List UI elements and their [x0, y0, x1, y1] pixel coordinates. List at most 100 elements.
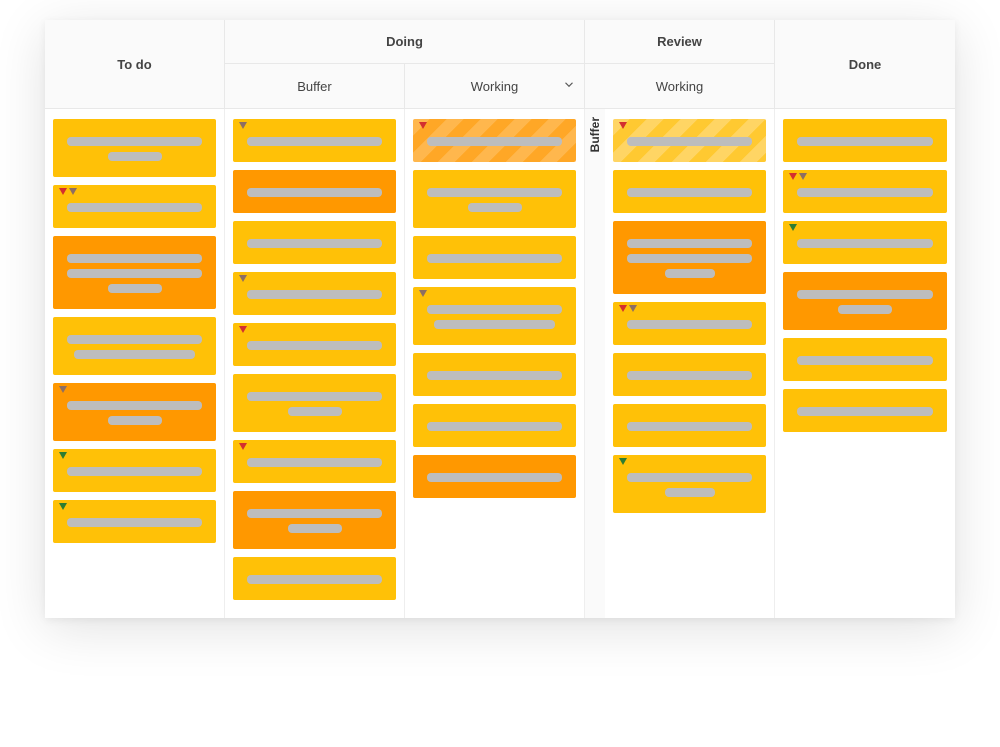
pin-icon: [59, 503, 67, 510]
collapsed-column-label: Buffer: [588, 117, 602, 152]
column-subheader-review-working[interactable]: Working: [585, 64, 774, 108]
pin-icon: [239, 122, 247, 129]
column-doing-collapsed[interactable]: Buffer: [585, 109, 605, 618]
kanban-card[interactable]: [613, 221, 766, 294]
kanban-card[interactable]: [413, 455, 576, 498]
kanban-card[interactable]: [413, 404, 576, 447]
kanban-card[interactable]: [613, 170, 766, 213]
kanban-card[interactable]: [53, 236, 216, 309]
kanban-card[interactable]: [613, 302, 766, 345]
kanban-card[interactable]: [413, 170, 576, 228]
card-text-placeholder: [427, 137, 562, 146]
kanban-card[interactable]: [783, 338, 947, 381]
column-header-review-top[interactable]: Review: [585, 20, 774, 64]
card-text-placeholder: [108, 284, 162, 293]
kanban-card[interactable]: [413, 353, 576, 396]
card-text-placeholder: [627, 137, 752, 146]
kanban-card[interactable]: [233, 323, 396, 366]
kanban-card[interactable]: [783, 119, 947, 162]
card-text-placeholder: [74, 350, 196, 359]
card-text-placeholder: [665, 488, 715, 497]
kanban-card[interactable]: [53, 119, 216, 177]
pin-icon: [789, 173, 797, 180]
pin-icon: [629, 305, 637, 312]
column-header-doing-top[interactable]: Doing: [225, 20, 584, 64]
pin-icon: [69, 188, 77, 195]
column-header-label: Done: [849, 57, 882, 72]
kanban-card[interactable]: [53, 500, 216, 543]
board-header: To do Doing Buffer Working Review: [45, 20, 955, 109]
column-todo[interactable]: [45, 109, 225, 618]
column-subheader-doing-buffer[interactable]: Buffer: [225, 64, 405, 108]
card-text-placeholder: [665, 269, 715, 278]
column-header-label: Doing: [386, 34, 423, 49]
pin-icon: [59, 452, 67, 459]
column-doing-buffer[interactable]: [225, 109, 405, 618]
card-text-placeholder: [627, 254, 752, 263]
card-text-placeholder: [67, 269, 202, 278]
card-text-placeholder: [67, 518, 202, 527]
column-header-label: Buffer: [297, 79, 331, 94]
card-text-placeholder: [627, 422, 752, 431]
kanban-card[interactable]: [233, 374, 396, 432]
kanban-card[interactable]: [613, 119, 766, 162]
pin-icon: [619, 458, 627, 465]
card-text-placeholder: [247, 341, 382, 350]
kanban-card[interactable]: [233, 221, 396, 264]
chevron-down-icon[interactable]: [562, 78, 576, 95]
kanban-card[interactable]: [53, 383, 216, 441]
column-header-done[interactable]: Done: [775, 20, 955, 108]
kanban-board: To do Doing Buffer Working Review: [45, 20, 955, 618]
card-text-placeholder: [797, 188, 933, 197]
kanban-card[interactable]: [413, 119, 576, 162]
card-text-placeholder: [67, 137, 202, 146]
card-text-placeholder: [108, 416, 162, 425]
kanban-card[interactable]: [783, 389, 947, 432]
kanban-card[interactable]: [783, 272, 947, 330]
column-doing-working[interactable]: [405, 109, 585, 618]
kanban-card[interactable]: [233, 491, 396, 549]
card-text-placeholder: [67, 467, 202, 476]
kanban-card[interactable]: [783, 170, 947, 213]
pin-icon: [239, 275, 247, 282]
kanban-card[interactable]: [413, 236, 576, 279]
column-header-label: Working: [656, 79, 703, 94]
card-text-placeholder: [797, 407, 933, 416]
kanban-card[interactable]: [53, 317, 216, 375]
kanban-card[interactable]: [233, 440, 396, 483]
card-text-placeholder: [797, 356, 933, 365]
card-text-placeholder: [247, 290, 382, 299]
kanban-card[interactable]: [413, 287, 576, 345]
card-text-placeholder: [108, 152, 162, 161]
column-header-todo[interactable]: To do: [45, 20, 225, 108]
column-done[interactable]: [775, 109, 955, 618]
kanban-card[interactable]: [53, 185, 216, 228]
card-text-placeholder: [627, 473, 752, 482]
column-review-working[interactable]: [605, 109, 775, 618]
kanban-card[interactable]: [783, 221, 947, 264]
column-header-label: Review: [657, 34, 702, 49]
pin-icon: [419, 122, 427, 129]
card-text-placeholder: [427, 371, 562, 380]
card-text-placeholder: [434, 320, 556, 329]
kanban-card[interactable]: [233, 119, 396, 162]
pin-icon: [239, 326, 247, 333]
kanban-card[interactable]: [233, 170, 396, 213]
pin-icon: [419, 290, 427, 297]
kanban-card[interactable]: [53, 449, 216, 492]
card-text-placeholder: [247, 392, 382, 401]
kanban-card[interactable]: [233, 272, 396, 315]
card-text-placeholder: [427, 188, 562, 197]
card-text-placeholder: [797, 239, 933, 248]
kanban-card[interactable]: [613, 455, 766, 513]
kanban-card[interactable]: [233, 557, 396, 600]
kanban-card[interactable]: [613, 404, 766, 447]
kanban-card[interactable]: [613, 353, 766, 396]
pin-icon: [59, 188, 67, 195]
column-subheader-doing-working[interactable]: Working: [405, 64, 584, 108]
card-text-placeholder: [627, 239, 752, 248]
pin-icon: [789, 224, 797, 231]
card-text-placeholder: [247, 188, 382, 197]
card-text-placeholder: [797, 290, 933, 299]
card-text-placeholder: [247, 137, 382, 146]
